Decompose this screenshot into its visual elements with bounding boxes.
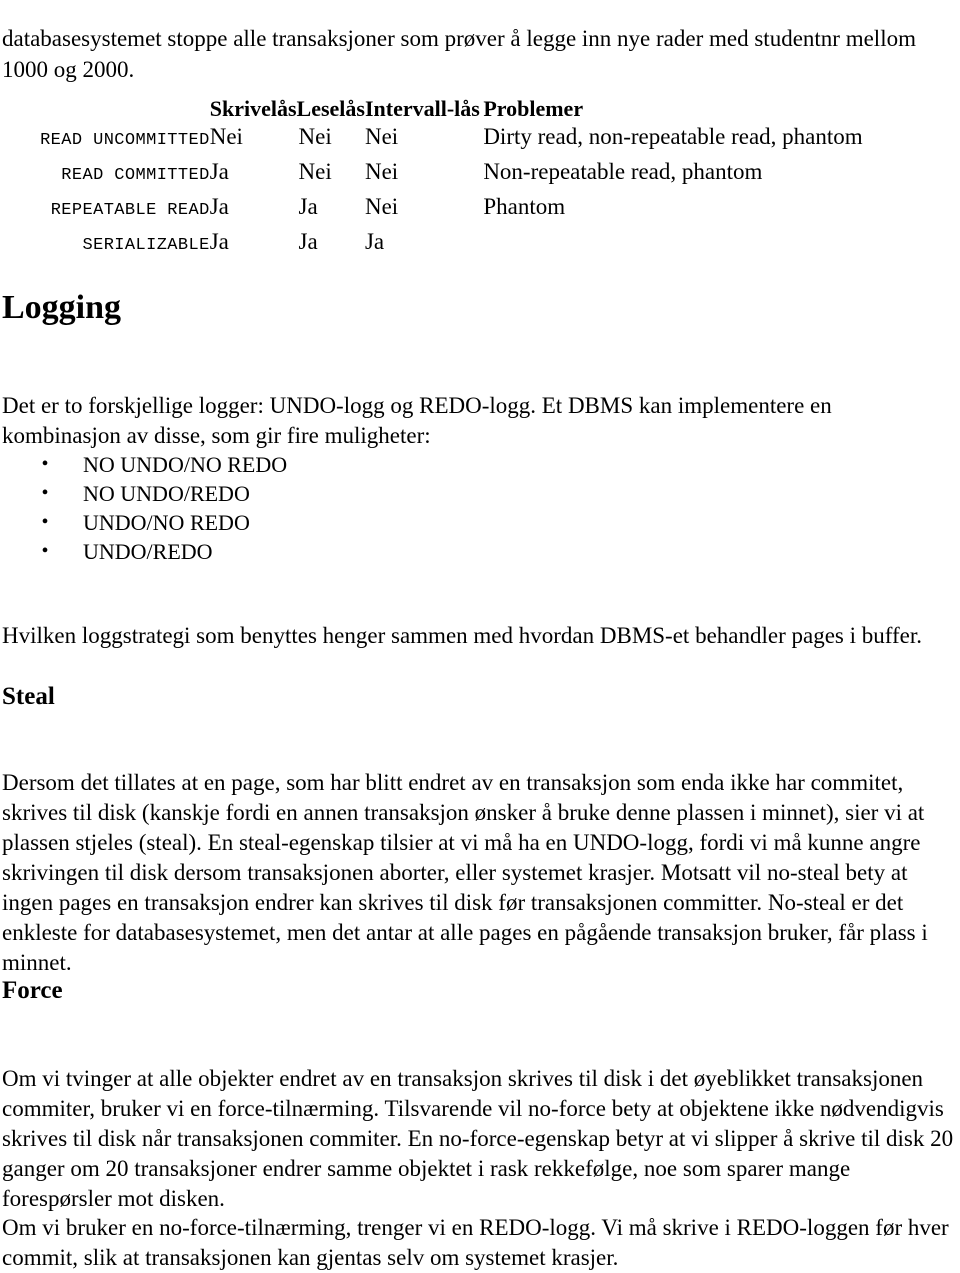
cell-write-lock: Ja [209,159,229,184]
cell-write-lock: Nei [209,124,243,149]
header-range-lock: Intervall-lås [364,96,480,121]
table-row: READ COMMITTED Ja Nei Nei Non-repeatable… [0,159,960,194]
list-item-label: NO UNDO/REDO [83,481,250,506]
table-header-row: Skrivelås Leselås Intervall-lås Probleme… [0,88,960,124]
cell-isolation-level: SERIALIZABLE [82,236,210,255]
table-row: READ UNCOMMITTED Nei Nei Nei Dirty read,… [0,124,960,159]
cell-write-lock: Ja [209,194,229,219]
table-row: SERIALIZABLE Ja Ja Ja [0,229,960,264]
header-write-lock: Skrivelås [209,96,297,121]
logging-intro-paragraph: Det er to forskjellige logger: UNDO-logg… [2,393,832,448]
bullet-icon: • [41,511,49,533]
heading-force: Force [2,977,63,1004]
intro-paragraph: databasesystemet stoppe alle transaksjon… [2,26,916,82]
cell-isolation-level: REPEATABLE READ [50,201,210,220]
list-item: • UNDO/REDO [0,537,287,566]
list-item: • UNDO/NO REDO [0,508,287,537]
header-read-lock: Leselås [296,96,365,121]
header-problems: Problemer [483,96,584,121]
cell-range-lock: Nei [364,124,399,149]
logging-closing-paragraph: Hvilken loggstrategi som benyttes henger… [2,623,922,648]
cell-read-lock: Ja [298,229,318,254]
cell-write-lock: Ja [209,229,229,254]
force-paragraph-1: Om vi tvinger at alle objekter endret av… [2,1066,954,1211]
cell-isolation-level: READ COMMITTED [61,166,210,185]
cell-range-lock: Nei [364,159,399,184]
cell-read-lock: Nei [298,159,332,184]
list-item-label: NO UNDO/NO REDO [83,452,288,477]
steal-paragraph: Dersom det tillates at en page, som har … [2,770,928,975]
cell-isolation-level: READ UNCOMMITTED [40,131,210,150]
cell-read-lock: Ja [298,194,318,219]
list-item: • NO UNDO/REDO [0,479,287,508]
cell-problems: Dirty read, non-repeatable read, phantom [483,124,863,149]
document-page: databasesystemet stoppe alle transaksjon… [0,0,960,1270]
header-level [0,88,210,124]
bullet-icon: • [41,453,49,475]
logging-strategy-list: • NO UNDO/NO REDO • NO UNDO/REDO • UNDO/… [0,450,287,566]
cell-range-lock: Ja [364,229,385,254]
cell-read-lock: Nei [298,124,332,149]
heading-logging: Logging [2,289,122,326]
isolation-level-table: Skrivelås Leselås Intervall-lås Probleme… [0,88,960,264]
cell-problems [483,229,960,264]
heading-steal: Steal [2,683,55,710]
bullet-icon: • [41,540,49,562]
list-item-label: UNDO/NO REDO [83,510,250,535]
cell-range-lock: Nei [364,194,399,219]
list-item: • NO UNDO/NO REDO [0,450,287,479]
force-paragraph-2: Om vi bruker en no-force-tilnærming, tre… [2,1215,949,1270]
cell-problems: Phantom [483,194,566,219]
table-row: REPEATABLE READ Ja Ja Nei Phantom [0,194,960,229]
cell-problems: Non-repeatable read, phantom [483,159,763,184]
list-item-label: UNDO/REDO [83,539,213,564]
bullet-icon: • [41,482,49,504]
